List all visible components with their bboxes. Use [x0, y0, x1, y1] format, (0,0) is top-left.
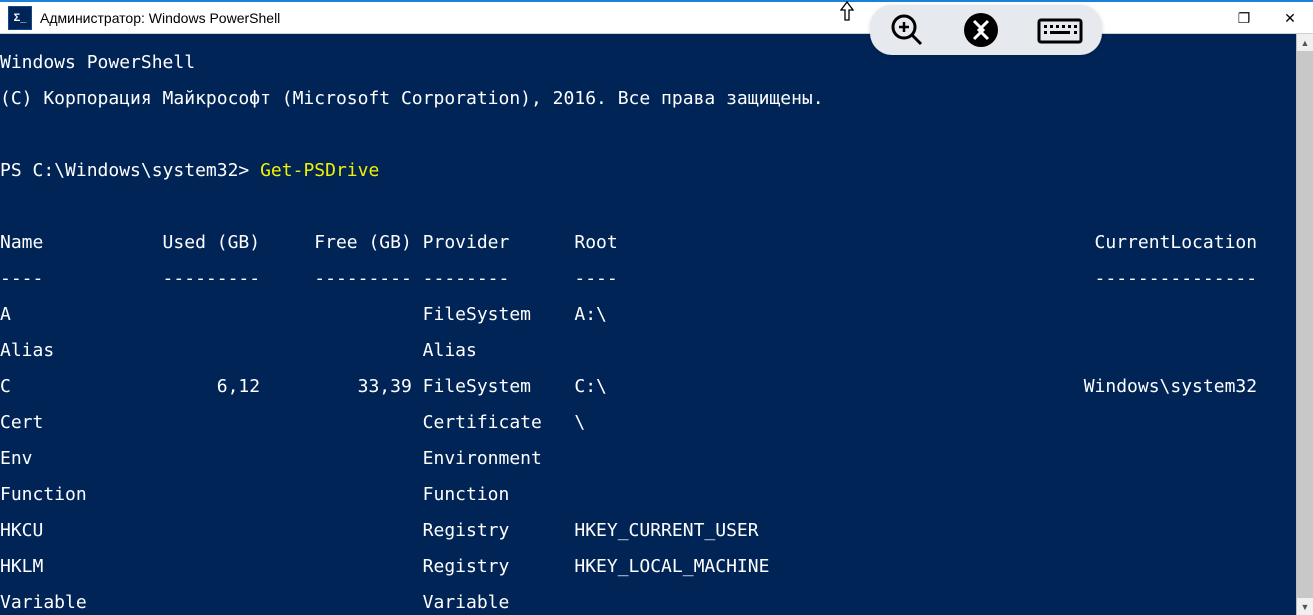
vertical-scrollbar[interactable]: ▲ ▼ [1296, 34, 1313, 615]
floating-toolbar[interactable] [870, 5, 1102, 55]
table-row: HKCU Registry HKEY_CURRENT_USER [0, 522, 1313, 540]
table-divider: ---- --------- --------- -------- ---- -… [0, 270, 1313, 288]
scroll-up-arrow-icon[interactable]: ▲ [1297, 34, 1313, 51]
table-row: Cert Certificate \ [0, 414, 1313, 432]
prompt-line: PS C:\Windows\system32> Get-PSDrive [0, 162, 1313, 180]
zoom-in-icon[interactable] [888, 11, 926, 49]
terminal-output[interactable]: Windows PowerShell (C) Корпорация Майкро… [0, 34, 1313, 615]
table-row: Env Environment [0, 450, 1313, 468]
table-row: Alias Alias [0, 342, 1313, 360]
table-row: A FileSystem A:\ [0, 306, 1313, 324]
table-header: Name Used (GB) Free (GB) Provider Root C… [0, 234, 1313, 252]
powershell-icon: Σ_ [8, 6, 32, 30]
table-row: C 6,12 33,39 FileSystem C:\ Windows\syst… [0, 378, 1313, 396]
window-controls: ❐ ✕ [1221, 2, 1313, 34]
blank-line [0, 198, 1313, 216]
scroll-track[interactable] [1297, 51, 1313, 598]
ps-banner: Windows PowerShell [0, 54, 1313, 72]
maximize-button[interactable]: ❐ [1221, 2, 1267, 34]
close-button[interactable]: ✕ [1267, 2, 1313, 34]
blank-line [0, 126, 1313, 144]
prompt-text: PS C:\Windows\system32> [0, 160, 260, 181]
remote-connect-icon[interactable] [962, 11, 1000, 49]
command-text: Get-PSDrive [260, 160, 379, 181]
ps-copyright: (C) Корпорация Майкрософт (Microsoft Cor… [0, 90, 1313, 108]
scroll-down-arrow-icon[interactable]: ▼ [1297, 598, 1313, 615]
table-row: HKLM Registry HKEY_LOCAL_MACHINE [0, 558, 1313, 576]
table-row: Function Function [0, 486, 1313, 504]
table-row: Variable Variable [0, 594, 1313, 612]
scroll-thumb[interactable] [1297, 51, 1313, 598]
window-title: Администратор: Windows PowerShell [40, 10, 280, 26]
cursor-icon [838, 0, 856, 27]
titlebar[interactable]: Σ_ Администратор: Windows PowerShell ❐ ✕ [0, 2, 1313, 34]
keyboard-icon[interactable] [1036, 11, 1084, 49]
